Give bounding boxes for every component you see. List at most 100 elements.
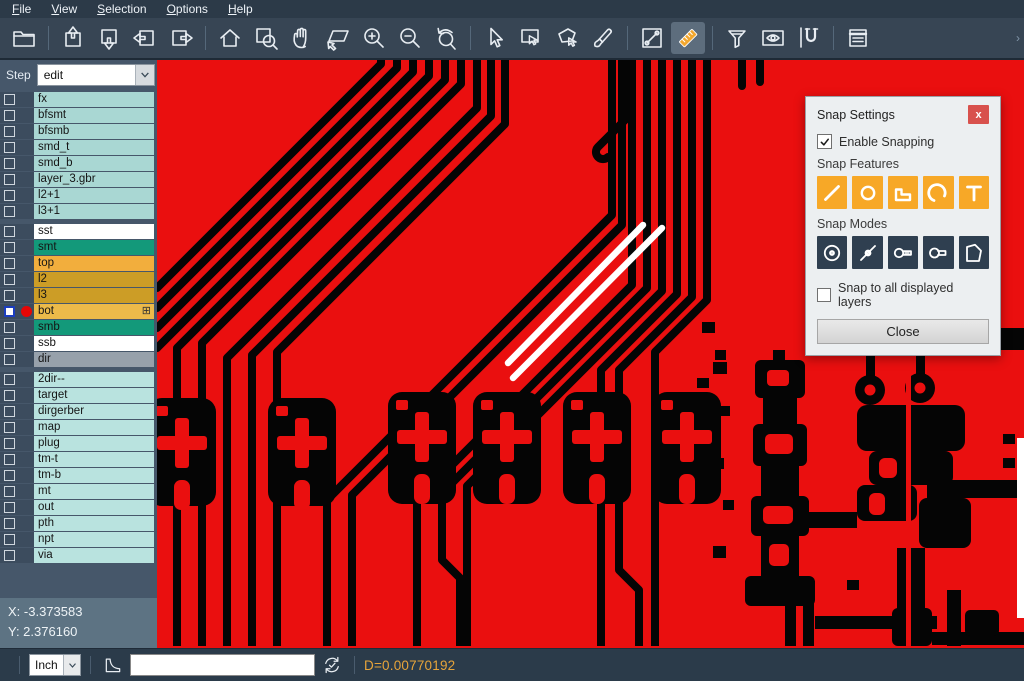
layer-name[interactable]: mt: [34, 484, 154, 499]
layer-checkbox[interactable]: [4, 454, 15, 465]
snap-pad-button[interactable]: [852, 176, 882, 209]
toolbar-button-select-rect[interactable]: [514, 22, 548, 54]
snap-key-button[interactable]: [888, 236, 918, 269]
menu-file[interactable]: File: [2, 0, 41, 18]
toolbar-button-frame-up[interactable]: [56, 22, 90, 54]
layer-row-via[interactable]: via: [0, 548, 157, 563]
layer-checkbox[interactable]: [4, 422, 15, 433]
layer-row-smt[interactable]: smt: [0, 240, 157, 255]
snap-slot-button[interactable]: [923, 236, 953, 269]
snap-line-button[interactable]: [817, 176, 847, 209]
layer-checkbox[interactable]: [4, 338, 15, 349]
toolbar-button-panel-list[interactable]: [841, 22, 875, 54]
close-button[interactable]: Close: [817, 319, 989, 344]
layer-name[interactable]: tm-t: [34, 452, 154, 467]
snap-center-button[interactable]: [817, 236, 847, 269]
menu-help[interactable]: Help: [218, 0, 263, 18]
layer-row-l2[interactable]: l2: [0, 272, 157, 287]
layer-row-pth[interactable]: pth: [0, 516, 157, 531]
units-select[interactable]: Inch: [29, 654, 81, 676]
layer-checkbox[interactable]: [4, 94, 15, 105]
step-select-button[interactable]: [135, 65, 154, 85]
layer-checkbox[interactable]: [4, 486, 15, 497]
command-input[interactable]: [130, 654, 315, 676]
layer-name[interactable]: top: [34, 256, 154, 271]
toolbar-button-measure[interactable]: [635, 22, 669, 54]
layer-name[interactable]: npt: [34, 532, 154, 547]
toolbar-button-brush[interactable]: [586, 22, 620, 54]
layer-checkbox[interactable]: [4, 274, 15, 285]
layer-name[interactable]: map: [34, 420, 154, 435]
layer-row-bfsmb[interactable]: bfsmb: [0, 124, 157, 139]
layer-checkbox[interactable]: [4, 126, 15, 137]
toolbar-button-zoom-prev[interactable]: [429, 22, 463, 54]
layer-name[interactable]: smb: [34, 320, 154, 335]
layer-name[interactable]: dirgerber: [34, 404, 154, 419]
layer-name[interactable]: ssb: [34, 336, 154, 351]
layer-row-npt[interactable]: npt: [0, 532, 157, 547]
layer-name[interactable]: bfsmt: [34, 108, 154, 123]
layer-checkbox[interactable]: [4, 206, 15, 217]
layer-row-l2+1[interactable]: l2+1: [0, 188, 157, 203]
units-select-button[interactable]: [63, 655, 80, 675]
layer-row-l3+1[interactable]: l3+1: [0, 204, 157, 219]
layer-name[interactable]: fx: [34, 92, 154, 107]
layer-checkbox[interactable]: [4, 190, 15, 201]
snap-corner-button[interactable]: [959, 236, 989, 269]
layer-row-map[interactable]: map: [0, 420, 157, 435]
layer-checkbox[interactable]: [4, 406, 15, 417]
layer-checkbox[interactable]: [4, 258, 15, 269]
layer-row-smb[interactable]: smb: [0, 320, 157, 335]
layer-row-layer_3.gbr[interactable]: layer_3.gbr: [0, 172, 157, 187]
enable-snapping-checkbox[interactable]: [817, 134, 832, 149]
layer-name[interactable]: smd_t: [34, 140, 154, 155]
layer-name[interactable]: pth: [34, 516, 154, 531]
toolbar-button-view-box[interactable]: [756, 22, 790, 54]
toolbar-button-frame-right[interactable]: [164, 22, 198, 54]
pcb-canvas[interactable]: Snap Settings x Enable Snapping Snap Fea…: [157, 60, 1024, 648]
layer-checkbox[interactable]: [4, 438, 15, 449]
layer-name[interactable]: smt: [34, 240, 154, 255]
toolbar-button-pan-hand[interactable]: [285, 22, 319, 54]
layer-checkbox[interactable]: [4, 226, 15, 237]
layer-row-sst[interactable]: sst: [0, 224, 157, 239]
layer-checkbox[interactable]: [4, 390, 15, 401]
layer-row-dir[interactable]: dir: [0, 352, 157, 367]
snap-arc-button[interactable]: [923, 176, 953, 209]
layer-row-tm-b[interactable]: tm-b: [0, 468, 157, 483]
layer-name[interactable]: 2dir--: [34, 372, 154, 387]
sync-check-icon[interactable]: [321, 654, 343, 676]
layer-row-smd_t[interactable]: smd_t: [0, 140, 157, 155]
menu-selection[interactable]: Selection: [87, 0, 156, 18]
layer-checkbox[interactable]: [4, 142, 15, 153]
toolbar-button-transform[interactable]: [321, 22, 355, 54]
layer-checkbox[interactable]: [4, 354, 15, 365]
layer-checkbox[interactable]: [4, 470, 15, 481]
layer-row-bfsmt[interactable]: bfsmt: [0, 108, 157, 123]
layer-row-dirgerber[interactable]: dirgerber: [0, 404, 157, 419]
layer-row-top[interactable]: top: [0, 256, 157, 271]
layer-name[interactable]: dir: [34, 352, 154, 367]
dialog-close-icon[interactable]: x: [968, 105, 989, 124]
toolbar-button-frame-down[interactable]: [92, 22, 126, 54]
toolbar-button-folder-open[interactable]: [7, 22, 41, 54]
layer-row-target[interactable]: target: [0, 388, 157, 403]
layer-row-l3[interactable]: l3: [0, 288, 157, 303]
layer-row-tm-t[interactable]: tm-t: [0, 452, 157, 467]
toolbar-button-home[interactable]: [213, 22, 247, 54]
layer-checkbox[interactable]: [4, 518, 15, 529]
layer-checkbox[interactable]: [4, 502, 15, 513]
layer-name[interactable]: tm-b: [34, 468, 154, 483]
layer-name[interactable]: smd_b: [34, 156, 154, 171]
layer-name[interactable]: bot⊞: [34, 304, 154, 319]
menu-view[interactable]: View: [41, 0, 87, 18]
layer-row-smd_b[interactable]: smd_b: [0, 156, 157, 171]
layer-name[interactable]: sst: [34, 224, 154, 239]
layer-checkbox[interactable]: [4, 374, 15, 385]
snap-surface-button[interactable]: [888, 176, 918, 209]
layer-row-ssb[interactable]: ssb: [0, 336, 157, 351]
layer-name[interactable]: l2+1: [34, 188, 154, 203]
layer-row-plug[interactable]: plug: [0, 436, 157, 451]
snap-text-button[interactable]: [959, 176, 989, 209]
menu-options[interactable]: Options: [157, 0, 218, 18]
